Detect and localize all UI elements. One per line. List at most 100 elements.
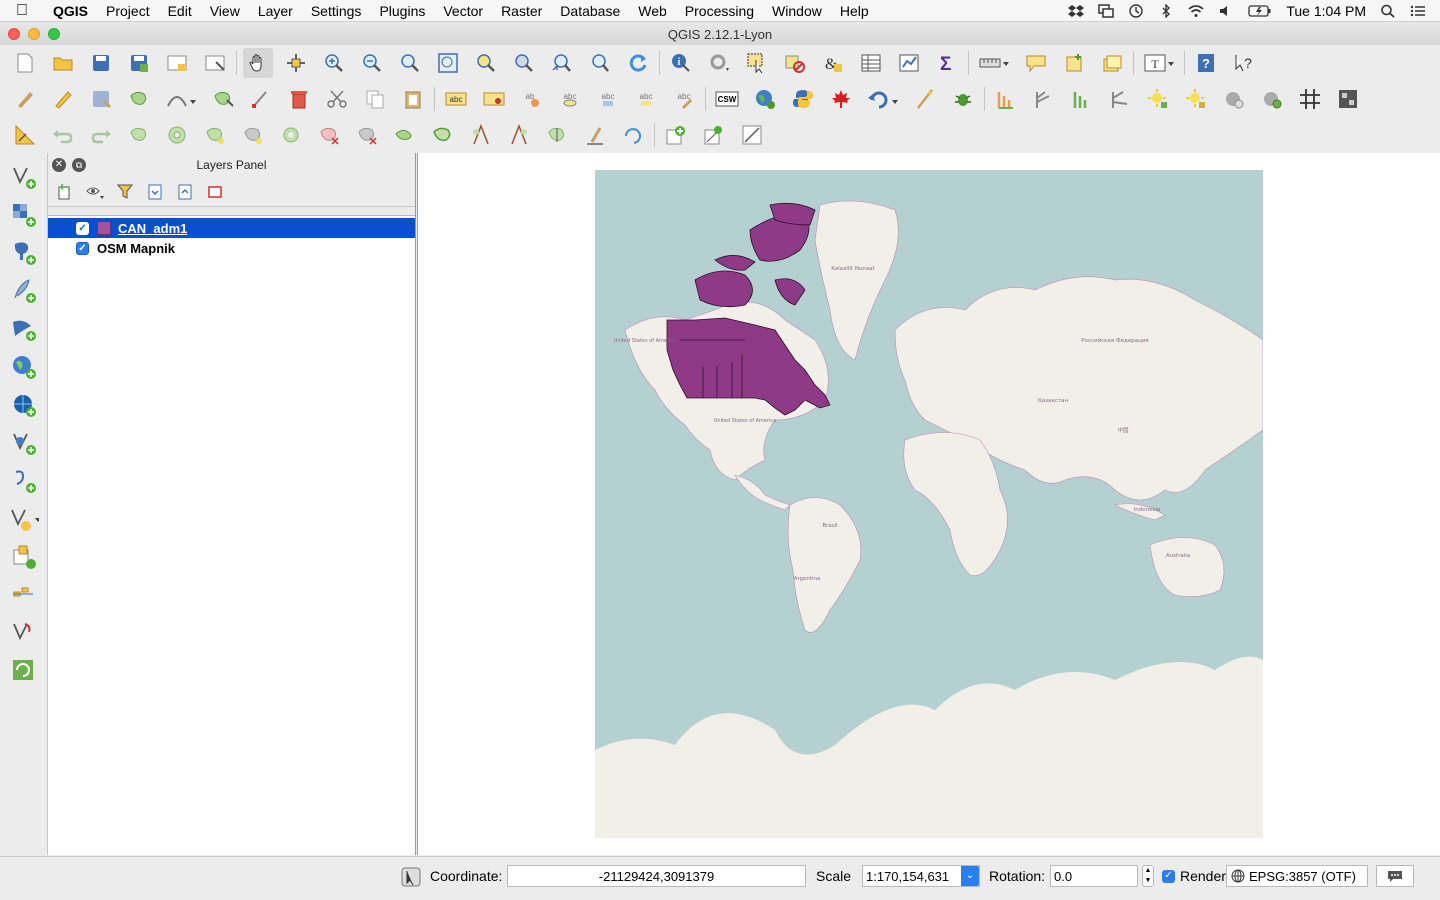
menu-view[interactable]: View xyxy=(201,3,249,19)
current-edits-button[interactable] xyxy=(10,84,40,114)
delete-selected-button[interactable] xyxy=(284,84,314,114)
python-console-button[interactable] xyxy=(788,84,818,114)
node-tool-button[interactable] xyxy=(246,84,276,114)
composer-manager-button[interactable] xyxy=(200,48,230,78)
globe-plugin-button[interactable] xyxy=(750,84,780,114)
battery-icon[interactable] xyxy=(1248,4,1272,18)
time-machine-icon[interactable] xyxy=(1128,3,1144,18)
menu-window[interactable]: Window xyxy=(763,3,831,19)
deselect-all-button[interactable] xyxy=(780,48,810,78)
pin-labels-button[interactable] xyxy=(479,84,509,114)
move-label-button[interactable]: abc xyxy=(593,84,623,114)
measure-line-button[interactable] xyxy=(975,48,1013,78)
delete-ring-button[interactable] xyxy=(276,120,306,150)
layer-name[interactable]: CAN_adm1 xyxy=(118,221,187,236)
new-print-composer-button[interactable] xyxy=(162,48,192,78)
zoom-last-button[interactable] xyxy=(547,48,577,78)
paste-features-button[interactable] xyxy=(398,84,428,114)
reshape-features-button[interactable] xyxy=(390,120,420,150)
render-checkbox[interactable]: ✓ xyxy=(1162,870,1175,883)
window-close-button[interactable] xyxy=(8,28,20,40)
create-temporary-layer-button[interactable] xyxy=(9,543,39,571)
grid-plugin-button[interactable] xyxy=(1295,84,1325,114)
menu-app-qgis[interactable]: QGIS xyxy=(44,3,97,19)
add-circular-string-button[interactable] xyxy=(162,84,200,114)
zoom-to-selection-button[interactable] xyxy=(471,48,501,78)
layer-visibility-checkbox[interactable]: ✓ xyxy=(76,241,89,255)
add-point-plugin-button[interactable] xyxy=(1143,84,1173,114)
menu-edit[interactable]: Edit xyxy=(159,3,201,19)
delete-part-2-button[interactable] xyxy=(352,120,382,150)
raster-tool-3-button[interactable] xyxy=(1067,84,1097,114)
open-attribute-table-button[interactable] xyxy=(856,48,886,78)
field-calculator-button[interactable]: & xyxy=(818,48,848,78)
add-db2-layer-button[interactable] xyxy=(9,657,39,685)
raster-plugin-button[interactable] xyxy=(1333,84,1363,114)
offset-curve-button[interactable] xyxy=(428,120,458,150)
map-tips-button[interactable] xyxy=(1021,48,1051,78)
remove-layer-button[interactable] xyxy=(204,181,226,203)
spotlight-search-icon[interactable] xyxy=(1380,4,1396,18)
apple-menu-icon[interactable]:  xyxy=(0,2,44,20)
collapse-all-button[interactable] xyxy=(174,181,196,203)
add-mssql-layer-button[interactable] xyxy=(9,315,39,343)
new-bookmark-button[interactable] xyxy=(1059,48,1089,78)
close-panel-icon[interactable]: ✕ xyxy=(52,158,66,172)
window-zoom-button[interactable] xyxy=(48,28,60,40)
simplify-feature-button[interactable] xyxy=(124,120,154,150)
menu-settings[interactable]: Settings xyxy=(302,3,371,19)
add-wcs-layer-button[interactable] xyxy=(9,391,39,419)
volume-icon[interactable] xyxy=(1218,4,1234,18)
delete-part-button[interactable] xyxy=(314,120,344,150)
add-wms-layer-button[interactable] xyxy=(9,353,39,381)
add-vertex-plugin-button[interactable] xyxy=(699,120,729,150)
remove-gps-plugin-button[interactable] xyxy=(1257,84,1287,114)
bluetooth-icon[interactable] xyxy=(1158,3,1174,18)
toggle-extents-mouse-position-icon[interactable] xyxy=(401,867,421,887)
menu-database[interactable]: Database xyxy=(551,3,629,19)
select-features-button[interactable] xyxy=(742,48,772,78)
remove-point-plugin-button[interactable] xyxy=(1181,84,1211,114)
run-feature-action-button[interactable] xyxy=(704,48,734,78)
split-parts-button[interactable] xyxy=(504,120,534,150)
world-map[interactable]: Kalaallit Nunaat United States of Americ… xyxy=(595,170,1263,838)
merge-features-button[interactable] xyxy=(542,120,572,150)
add-virtual-layer-button[interactable] xyxy=(9,581,39,609)
menu-help[interactable]: Help xyxy=(831,3,878,19)
layer-visibility-checkbox[interactable]: ✓ xyxy=(76,221,89,235)
window-minimize-button[interactable] xyxy=(28,28,40,40)
log-messages-button[interactable] xyxy=(1376,865,1414,887)
rotation-spinner[interactable]: ▲ ▼ xyxy=(1142,865,1154,887)
enable-advanced-digitizing-button[interactable] xyxy=(10,120,40,150)
menu-vector[interactable]: Vector xyxy=(434,3,492,19)
chevron-down-icon[interactable]: ⌄ xyxy=(961,866,979,886)
save-project-button[interactable] xyxy=(86,48,116,78)
expand-all-button[interactable] xyxy=(144,181,166,203)
window-manager-icon[interactable] xyxy=(1098,3,1115,18)
plugin-bug-button[interactable] xyxy=(948,84,978,114)
layer-labeling-button[interactable]: abc xyxy=(441,84,471,114)
highlight-pinned-labels-button[interactable]: ab xyxy=(517,84,547,114)
split-features-button[interactable] xyxy=(466,120,496,150)
sum-statistics-button[interactable]: Σ xyxy=(932,48,962,78)
save-layer-edits-button[interactable] xyxy=(86,84,116,114)
show-bookmarks-button[interactable] xyxy=(1097,48,1127,78)
dropbox-icon[interactable] xyxy=(1068,4,1085,18)
pan-map-button[interactable] xyxy=(243,48,273,78)
zoom-out-button[interactable] xyxy=(357,48,387,78)
rotation-input[interactable]: 0.0 xyxy=(1050,865,1138,887)
edit-geometry-plugin-button[interactable] xyxy=(737,120,767,150)
menu-project[interactable]: Project xyxy=(97,3,159,19)
fill-ring-button[interactable] xyxy=(238,120,268,150)
add-spatialite-layer-button[interactable] xyxy=(9,277,39,305)
undo-button[interactable] xyxy=(48,120,78,150)
add-gps-plugin-button[interactable] xyxy=(1219,84,1249,114)
cut-features-button[interactable] xyxy=(322,84,352,114)
copy-features-button[interactable] xyxy=(360,84,390,114)
add-ring-button[interactable] xyxy=(162,120,192,150)
menu-processing[interactable]: Processing xyxy=(676,3,763,19)
redo-button[interactable] xyxy=(86,120,116,150)
new-shapefile-layer-button[interactable] xyxy=(9,505,39,533)
menubar-clock[interactable]: Tue 1:04 PM xyxy=(1286,3,1366,19)
zoom-full-button[interactable] xyxy=(433,48,463,78)
